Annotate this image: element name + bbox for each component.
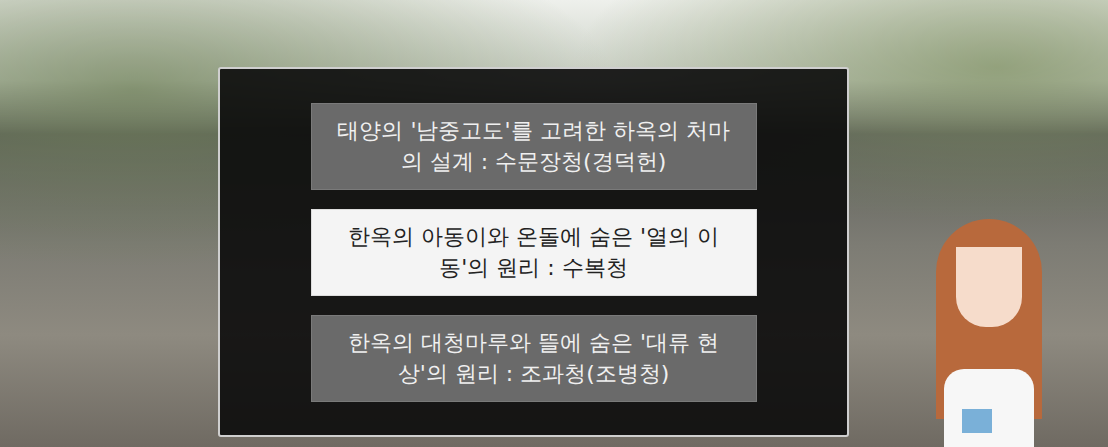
choice-panel: 태양의 '남중고도'를 고려한 하옥의 처마의 설계 : 수문장청(경덕헌) 한옥…: [218, 67, 849, 437]
choice-text: 한옥의 대청마루와 뜰에 숨은 '대류 현상'의 원리 : 조과청(조병청): [332, 327, 736, 389]
choice-button[interactable]: 한옥의 아동이와 온돌에 숨은 '열의 이동'의 원리 : 수복청: [311, 209, 757, 296]
game-screen: 태양의 '남중고도'를 고려한 하옥의 처마의 설계 : 수문장청(경덕헌) 한옥…: [0, 0, 1108, 447]
choice-button[interactable]: 태양의 '남중고도'를 고려한 하옥의 처마의 설계 : 수문장청(경덕헌): [311, 103, 757, 190]
character-sprite: [926, 219, 1052, 447]
choice-button[interactable]: 한옥의 대청마루와 뜰에 숨은 '대류 현상'의 원리 : 조과청(조병청): [311, 315, 757, 402]
choice-text: 태양의 '남중고도'를 고려한 하옥의 처마의 설계 : 수문장청(경덕헌): [332, 115, 736, 177]
choice-text: 한옥의 아동이와 온돌에 숨은 '열의 이동'의 원리 : 수복청: [332, 221, 736, 283]
